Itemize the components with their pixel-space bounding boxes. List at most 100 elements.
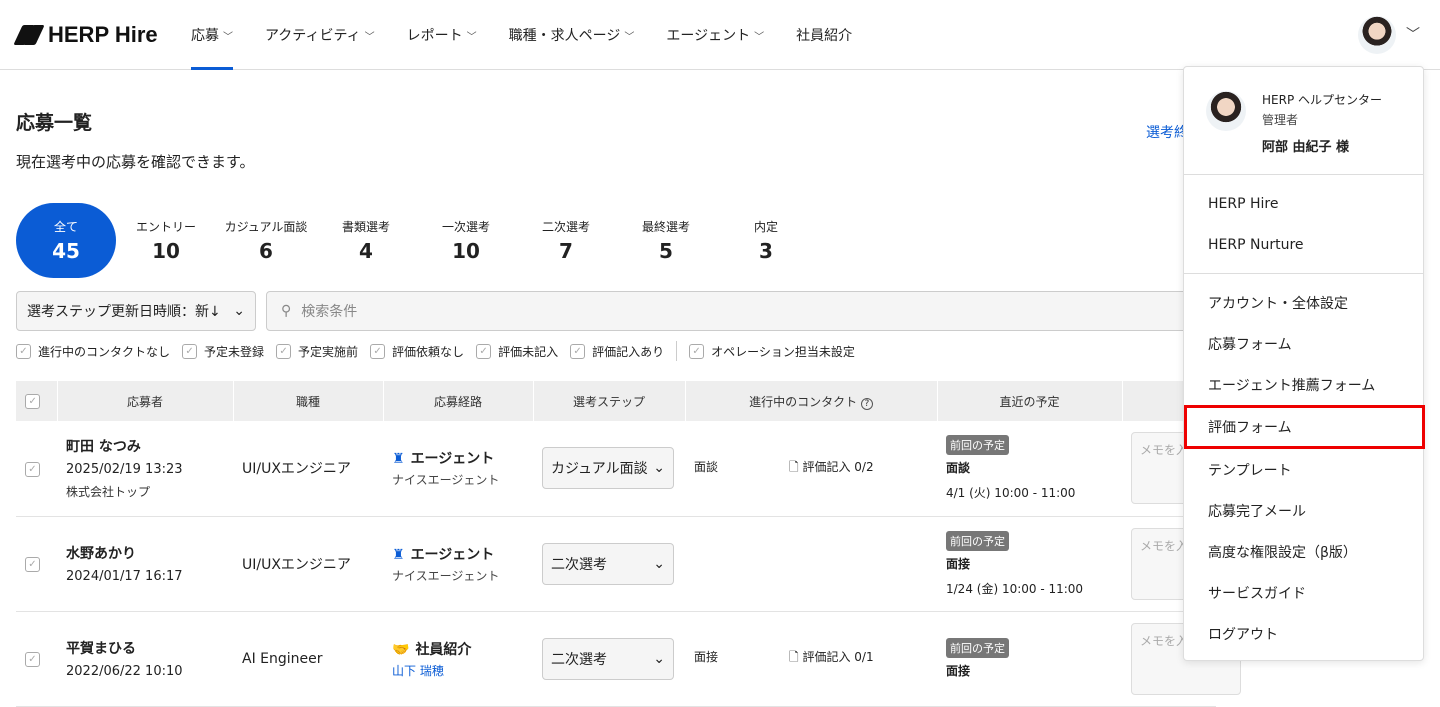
menu-item-application-form[interactable]: 応募フォーム	[1184, 323, 1423, 364]
chevron-down-icon: ⌄	[653, 555, 665, 572]
step-select[interactable]: 二次選考 ⌄	[542, 637, 674, 680]
route-label: 社員紹介	[415, 641, 472, 658]
table-row[interactable]: ✓ 町田 なつみ 2025/02/19 13:23 株式会社トップ UI/UXエンジ…	[16, 421, 1241, 517]
step-stats: 全て 45 エントリー 10 カジュアル面談 6 書類選考 4 一次選考 10 二次選考 7…	[16, 203, 816, 278]
menu-item-service-guide[interactable]: サービスガイド	[1184, 572, 1423, 613]
stat-first[interactable]: 一次選考 10	[416, 203, 516, 278]
row-select-cell: ✓	[16, 421, 57, 517]
menu-item-evaluation-form[interactable]: 評価フォーム	[1184, 405, 1425, 449]
table-row[interactable]: ✓ 水野あかり 2024/01/17 16:17 UI/UXエンジニア ♜ エージェ…	[16, 516, 1241, 612]
stat-count: 10	[452, 239, 480, 263]
filter-label: 予定未登録	[204, 344, 265, 359]
step-value: 二次選考	[551, 651, 607, 668]
step-select[interactable]: 二次選考 ⌄	[542, 542, 674, 585]
col-schedule[interactable]: 直近の予定	[937, 381, 1123, 421]
filter-checkboxes: ✓ 進行中のコンタクトなし ✓ 予定未登録 ✓ 予定実施前 ✓ 評価依頼なし ✓ 評価未記…	[16, 341, 867, 361]
applicant-cell[interactable]: 町田 なつみ 2025/02/19 13:23 株式会社トップ	[57, 421, 233, 517]
main-nav: 応募 ﹀ アクティビティ ﹀ レポート ﹀ 職種・求人ページ ﹀ エージェント ﹀ 社員紹…	[191, 0, 884, 70]
stat-entry[interactable]: エントリー 10	[116, 203, 216, 278]
menu-item-agent-form[interactable]: エージェント推薦フォーム	[1184, 364, 1423, 405]
stat-all[interactable]: 全て 45	[16, 203, 116, 278]
checkbox[interactable]: ✓	[476, 343, 492, 359]
col-route[interactable]: 応募経路	[383, 381, 534, 421]
checkbox[interactable]: ✓	[570, 343, 586, 359]
stat-label: 書類選考	[341, 220, 390, 234]
previous-schedule-badge: 前回の予定	[946, 530, 1009, 551]
col-step[interactable]: 選考ステップ	[533, 381, 686, 421]
route-cell: ♜ エージェント ナイスエージェント	[383, 421, 533, 517]
nav-agent[interactable]: エージェント ﹀	[666, 0, 764, 70]
sort-select[interactable]: 選考ステップ更新日時順：新↓ ⌄	[16, 291, 256, 331]
checkbox[interactable]: ✓	[370, 343, 386, 359]
evaluation-link[interactable]: 🗋 評価記入 0/2	[789, 458, 874, 479]
filter-no-eval-request[interactable]: ✓ 評価依頼なし	[370, 343, 464, 360]
route-source[interactable]: 山下 瑞穂	[392, 662, 533, 679]
schedule-cell: 前回の予定 面談 4/1 (火) 10:00 - 11:00	[937, 421, 1122, 517]
stat-count: 7	[559, 239, 573, 263]
col-job[interactable]: 職種	[233, 381, 384, 421]
help-icon[interactable]: ?	[860, 397, 873, 410]
applicant-name[interactable]: 町田 なつみ	[66, 436, 233, 456]
nav-applications[interactable]: 応募 ﹀	[191, 0, 233, 70]
filter-eval-written[interactable]: ✓ 評価記入あり	[570, 343, 664, 360]
row-checkbox[interactable]: ✓	[25, 557, 40, 572]
table-row[interactable]: ✓ 平賀まひる 2022/06/22 10:10 AI Engineer 🤝 社員紹…	[16, 611, 1241, 707]
applicant-name[interactable]: 平賀まひる	[66, 638, 233, 658]
menu-item-logout[interactable]: ログアウト	[1184, 613, 1423, 654]
row-select-cell: ✓	[16, 516, 57, 612]
checkbox[interactable]: ✓	[16, 343, 31, 359]
herp-hire-logo[interactable]: HERP Hire	[13, 22, 158, 48]
nav-jobs[interactable]: 職種・求人ページ ﹀	[509, 0, 635, 70]
nav-report[interactable]: レポート ﹀	[407, 0, 477, 70]
page-title: 応募一覧	[16, 112, 93, 134]
applicant-cell[interactable]: 水野あかり 2024/01/17 16:17	[57, 516, 233, 612]
menu-item-herp-hire[interactable]: HERP Hire	[1184, 183, 1423, 224]
stat-document[interactable]: 書類選考 4	[316, 203, 416, 278]
job-cell: UI/UXエンジニア	[233, 421, 383, 517]
filter-eval-unwritten[interactable]: ✓ 評価未記入	[476, 343, 558, 360]
closed-applications-link[interactable]: 選考終	[1146, 122, 1188, 142]
nav-label: 応募	[191, 28, 219, 44]
menu-item-account-settings[interactable]: アカウント・全体設定	[1184, 282, 1423, 323]
applicant-name[interactable]: 水野あかり	[66, 543, 233, 563]
stat-final[interactable]: 最終選考 5	[616, 203, 716, 278]
stat-second[interactable]: 二次選考 7	[516, 203, 616, 278]
col-contact[interactable]: 進行中のコンタクト ?	[685, 381, 938, 421]
stat-casual[interactable]: カジュアル面談 6	[216, 203, 316, 278]
row-checkbox[interactable]: ✓	[25, 461, 40, 477]
user-avatar[interactable]	[1358, 16, 1396, 54]
applicant-cell[interactable]: 平賀まひる 2022/06/22 10:10	[57, 611, 233, 707]
step-select[interactable]: カジュアル面談 ⌄	[542, 447, 674, 490]
filter-before-schedule[interactable]: ✓ 予定実施前	[276, 343, 358, 360]
nav-referral[interactable]: 社員紹介	[796, 0, 852, 70]
search-placeholder: 検索条件	[301, 304, 358, 320]
filter-unscheduled[interactable]: ✓ 予定未登録	[182, 343, 264, 360]
page-subtitle: 現在選考中の応募を確認できます。	[16, 153, 255, 171]
search-icon: ⚲	[281, 303, 292, 319]
job-cell: UI/UXエンジニア	[233, 516, 383, 612]
stat-label: カジュアル面談	[224, 220, 308, 234]
chevron-down-icon: ﹀	[466, 31, 477, 43]
nav-label: アクティビティ	[265, 28, 361, 44]
select-all-cell: ✓	[16, 381, 58, 421]
nav-activity[interactable]: アクティビティ ﹀	[265, 0, 375, 70]
menu-item-templates[interactable]: テンプレート	[1184, 449, 1423, 490]
menu-item-completion-mail[interactable]: 応募完了メール	[1184, 490, 1423, 531]
row-checkbox[interactable]: ✓	[25, 652, 40, 667]
applicant-company: 株式会社トップ	[66, 485, 151, 500]
filter-no-operator[interactable]: ✓ オペレーション担当未設定	[689, 343, 855, 360]
select-all-checkbox[interactable]: ✓	[25, 394, 41, 409]
checkbox[interactable]: ✓	[689, 343, 705, 359]
col-label: 進行中のコンタクト	[749, 394, 858, 409]
menu-item-permissions[interactable]: 高度な権限設定（β版）	[1184, 531, 1423, 572]
search-input[interactable]: ⚲ 検索条件	[266, 291, 1206, 331]
stat-offer[interactable]: 内定 3	[716, 203, 816, 278]
checkbox[interactable]: ✓	[276, 343, 292, 359]
checkbox[interactable]: ✓	[182, 343, 198, 359]
filter-no-contact[interactable]: ✓ 進行中のコンタクトなし	[16, 343, 170, 360]
col-applicant[interactable]: 応募者	[57, 381, 234, 421]
chevron-down-icon: ⌄	[653, 650, 665, 667]
chevron-down-icon[interactable]: ﹀	[1406, 24, 1420, 44]
menu-item-herp-nurture[interactable]: HERP Nurture	[1184, 224, 1423, 265]
evaluation-link[interactable]: 🗋 評価記入 0/1	[789, 648, 874, 669]
